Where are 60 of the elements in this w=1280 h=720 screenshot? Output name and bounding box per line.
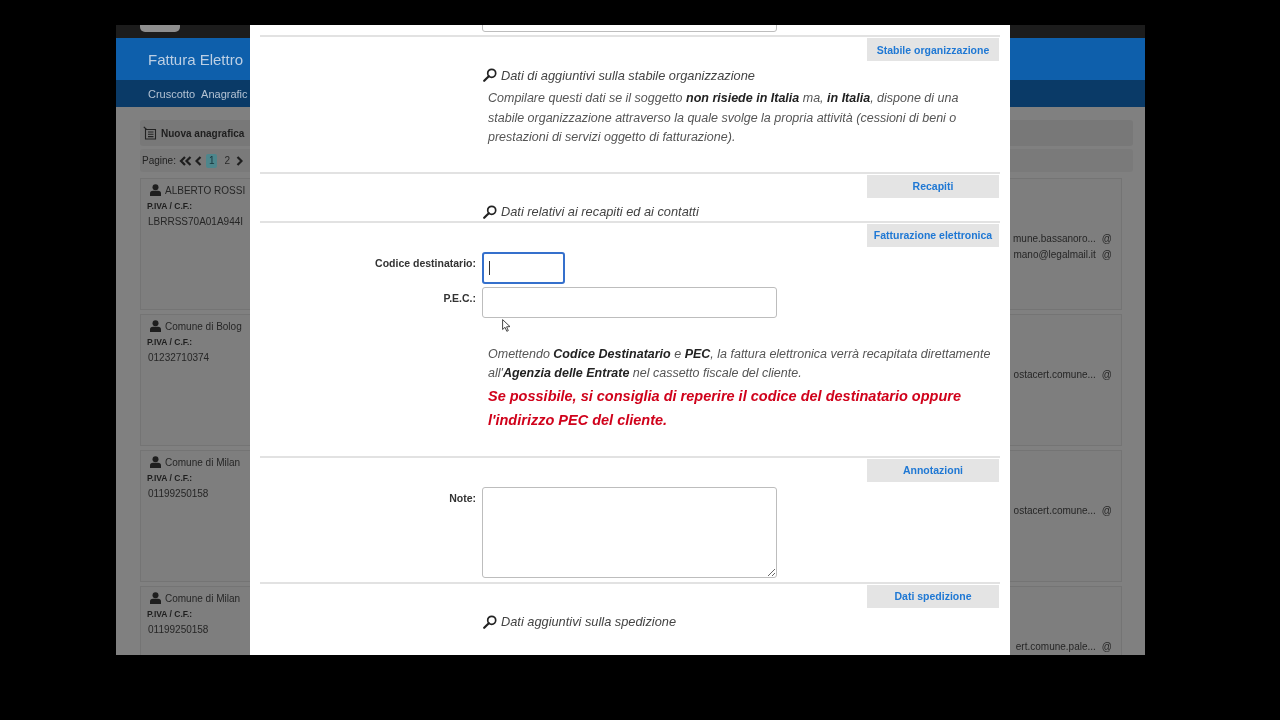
field-label: P.E.C.: bbox=[443, 290, 476, 306]
text-area-field[interactable] bbox=[482, 486, 777, 578]
person-icon bbox=[150, 592, 161, 604]
magnifier-icon bbox=[483, 68, 497, 82]
page-button[interactable]: 1 bbox=[205, 153, 218, 168]
section-hint: Dati di aggiuntivi sulla stabile organizzazione bbox=[501, 67, 755, 83]
section-hint: Dati relativi ai recapiti ed ai contatti bbox=[501, 204, 699, 219]
email-symbol: @ bbox=[1101, 504, 1112, 516]
email-address: mano@legalmail.it bbox=[1013, 248, 1096, 260]
email-address: ert.comune.pale... bbox=[1015, 640, 1096, 652]
email-symbol: @ bbox=[1101, 368, 1112, 380]
email-symbol: @ bbox=[1101, 232, 1112, 244]
tax-id-value: LBRRSS70A01A944I bbox=[148, 215, 244, 228]
contact-name: Comune di Bolog bbox=[165, 320, 242, 332]
person-icon bbox=[150, 320, 161, 332]
warning-text: Se possibile, si consiglia di reperire il codice del destinatario oppure l'indirizzo PEC del cliente. bbox=[487, 386, 962, 430]
contact-name: Comune di Milan bbox=[165, 456, 241, 468]
section-title: Annotazioni bbox=[867, 458, 999, 482]
next-page-icon[interactable] bbox=[236, 155, 244, 166]
tax-id-label: P.IVA / C.F.: bbox=[147, 201, 193, 212]
tax-id-label: P.IVA / C.F.: bbox=[147, 609, 193, 620]
email-symbol: @ bbox=[1101, 640, 1112, 652]
contact-name: ALBERTO ROSSI bbox=[165, 184, 246, 196]
mouse-pointer-icon bbox=[502, 319, 511, 332]
magnifier-icon bbox=[483, 204, 497, 219]
email-address: ostacert.comune... bbox=[1013, 368, 1096, 380]
first-page-icon[interactable] bbox=[178, 155, 192, 166]
nav-item[interactable]: Cruscotto bbox=[148, 87, 196, 100]
magnifier-icon bbox=[483, 614, 497, 629]
input-field[interactable] bbox=[482, 286, 777, 318]
tax-id-value: 01199250158 bbox=[148, 487, 209, 500]
tax-id-value: 01232710374 bbox=[148, 351, 210, 364]
contact-name: Comune di Milan bbox=[165, 592, 241, 604]
previous-page-icon[interactable] bbox=[194, 155, 202, 166]
person-icon bbox=[150, 184, 161, 196]
tax-id-value: 01199250158 bbox=[148, 623, 209, 636]
field-label: Codice destinatario: bbox=[375, 255, 476, 271]
email-symbol: @ bbox=[1101, 248, 1112, 260]
section-title: Stabile organizzazione bbox=[867, 38, 999, 61]
pagination-label: Pagine: bbox=[142, 155, 176, 166]
page-button[interactable]: 2 bbox=[221, 153, 234, 168]
new-entry-button[interactable]: Nuova anagrafica bbox=[143, 126, 245, 140]
info-text: Compilare questi dati se il soggetto non risiede in Italia ma, in Italia, dispone di una stabile organizzazione attraverso la quale svolge la propria attività (cessioni di beni o prestazioni di servizi oggetto di fatturazione). bbox=[486, 90, 960, 146]
input-field[interactable] bbox=[482, 251, 565, 284]
person-icon bbox=[150, 456, 161, 468]
document-list-icon bbox=[143, 126, 157, 140]
tax-id-label: P.IVA / C.F.: bbox=[147, 337, 193, 348]
section-hint: Dati aggiuntivi sulla spedizione bbox=[501, 614, 676, 629]
app-title: Fattura Elettro bbox=[148, 50, 244, 68]
email-address: ostacert.comune... bbox=[1013, 504, 1096, 516]
section-title: Fatturazione elettronica bbox=[867, 223, 999, 247]
nav-item[interactable]: Anagrafic bbox=[201, 87, 248, 100]
text-cursor-icon bbox=[489, 260, 490, 275]
email-address: mune.bassanoro... bbox=[1013, 232, 1096, 244]
tax-id-label: P.IVA / C.F.: bbox=[147, 473, 193, 484]
section-title: Recapiti bbox=[867, 174, 999, 198]
section-title: Dati spedizione bbox=[867, 584, 999, 608]
field-label: Note: bbox=[449, 490, 476, 506]
logo-icon bbox=[140, 25, 180, 32]
info-text: Omettendo Codice Destinatario e PEC, la fattura elettronica verrà recapitata direttamente all'Agenzia delle Entrate nel cassetto fiscale del cliente. bbox=[487, 345, 992, 382]
